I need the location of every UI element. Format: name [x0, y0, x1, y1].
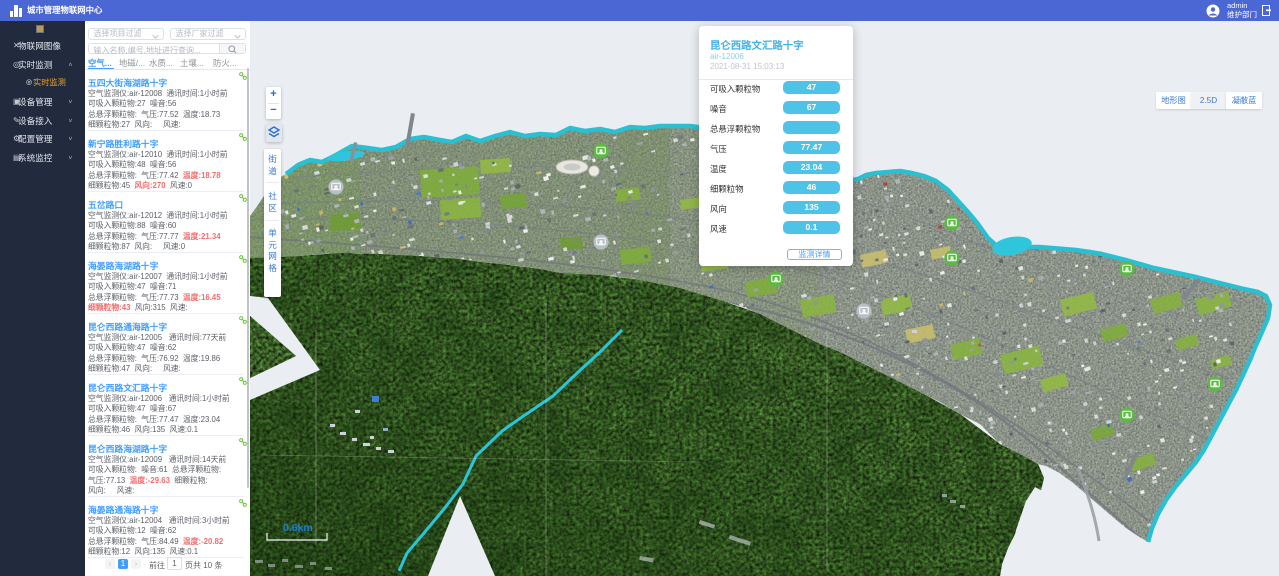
svg-text:0.6km: 0.6km [283, 522, 313, 534]
